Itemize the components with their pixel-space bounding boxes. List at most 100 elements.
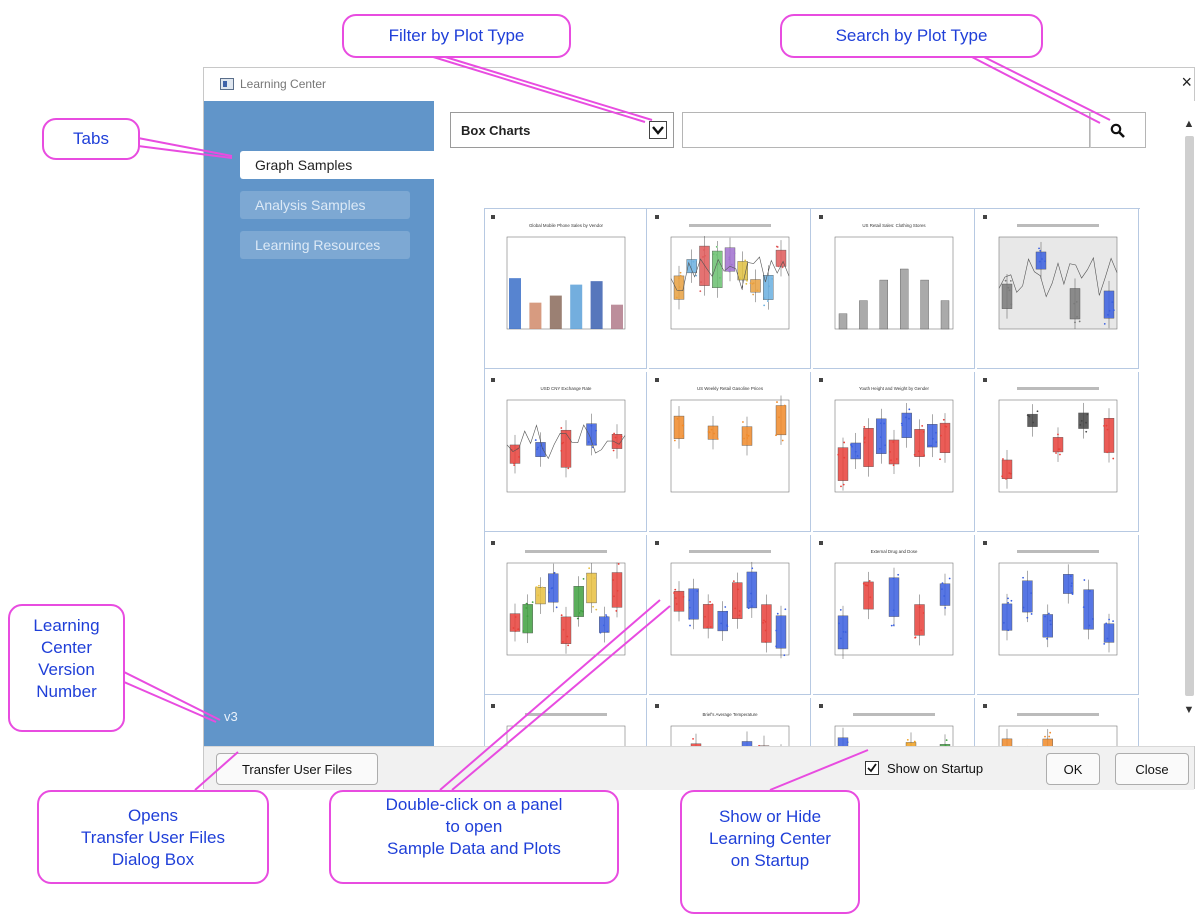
thumbnail-point <box>840 485 842 488</box>
thumbnail-chart <box>819 704 954 748</box>
thumbnail-point <box>738 614 741 617</box>
thumbnail-point <box>749 282 752 285</box>
thumbnail-point <box>843 441 846 444</box>
scroll-thumb[interactable] <box>1185 136 1194 696</box>
callout-line: Dialog Box <box>111 850 195 869</box>
callout-line: Opens <box>127 806 179 825</box>
thumbnail-point <box>531 601 534 604</box>
thumbnail-badge <box>655 378 659 382</box>
thumbnail-point <box>688 599 691 602</box>
sample-thumbnail[interactable] <box>649 535 811 695</box>
thumbnail-point <box>1112 620 1114 623</box>
search-button[interactable] <box>1090 112 1146 148</box>
thumbnail-point <box>923 454 926 457</box>
callout-filter-by-plot-type: Filter by Plot Type <box>342 14 571 58</box>
close-button[interactable]: Close <box>1115 753 1189 785</box>
thumbnail-point <box>576 617 579 620</box>
thumbnail-badge <box>819 215 823 219</box>
thumbnail-point <box>728 258 731 261</box>
thumbnail-point <box>562 641 564 643</box>
show-on-startup-checkbox[interactable] <box>865 761 879 775</box>
thumbnail-point <box>526 615 529 618</box>
sample-thumbnail[interactable] <box>649 209 811 369</box>
thumbnail-point <box>605 614 607 616</box>
thumbnail-point <box>1107 313 1109 316</box>
sample-thumbnail[interactable] <box>485 698 647 748</box>
sample-thumbnail[interactable]: Youth Height and Weight by Gender <box>813 372 975 532</box>
sample-thumbnail[interactable] <box>485 535 647 695</box>
search-input[interactable] <box>682 112 1090 148</box>
thumbnail-point <box>878 447 881 450</box>
sample-thumbnail[interactable] <box>977 698 1139 748</box>
sample-thumbnail[interactable]: External Drug and Dose <box>813 535 975 695</box>
vertical-scrollbar[interactable]: ▲ ▼ <box>1182 118 1195 738</box>
thumbnail-box <box>914 429 925 457</box>
sample-thumbnail[interactable]: Brief's Average Temperature <box>649 698 811 748</box>
thumbnail-point <box>750 592 752 595</box>
tab-graph-samples[interactable]: Graph Samples <box>240 151 434 179</box>
thumbnail-point <box>892 464 895 467</box>
thumbnail-point <box>674 597 677 600</box>
tab-analysis-samples[interactable]: Analysis Samples <box>240 191 410 219</box>
thumbnail-point <box>562 441 565 444</box>
thumbnail-point <box>1106 428 1109 431</box>
sample-thumbnail[interactable]: USD CNY Exchange Rate <box>485 372 647 532</box>
thumbnail-point <box>1069 575 1072 578</box>
thumbnail-point <box>771 277 774 280</box>
thumbnail-point <box>913 453 916 456</box>
thumbnail-point <box>1002 458 1004 460</box>
thumbnail-point <box>948 577 951 580</box>
window-title: Learning Center <box>240 77 327 91</box>
thumbnail-badge <box>983 378 987 382</box>
thumbnail-point <box>681 424 684 427</box>
thumbnail-box <box>732 582 743 619</box>
thumbnail-point <box>935 441 938 444</box>
sample-thumbnail[interactable]: Global Mobile Phone Sales by Vendor <box>485 209 647 369</box>
sample-thumbnail[interactable] <box>977 372 1139 532</box>
thumbnail-title-bar <box>689 550 771 553</box>
thumbnail-box <box>699 245 710 286</box>
thumbnail-point <box>688 606 691 609</box>
plot-type-filter-dropdown[interactable]: Box Charts <box>450 112 674 148</box>
thumbnail-point <box>751 567 754 570</box>
thumbnail-box <box>1042 614 1054 638</box>
thumbnail-point <box>751 282 754 285</box>
transfer-user-files-button[interactable]: Transfer User Files <box>216 753 378 785</box>
chevron-down-icon[interactable] <box>649 121 667 139</box>
thumbnail-point <box>1009 280 1012 282</box>
scroll-up-icon[interactable]: ▲ <box>1182 118 1195 132</box>
scroll-down-icon[interactable]: ▼ <box>1182 704 1195 718</box>
ok-button[interactable]: OK <box>1046 753 1100 785</box>
thumbnail-point <box>1005 478 1007 480</box>
sample-thumbnail[interactable] <box>813 698 975 748</box>
tab-learning-resources[interactable]: Learning Resources <box>240 231 410 259</box>
thumbnail-point <box>1039 249 1042 252</box>
thumbnail-point <box>1041 258 1043 260</box>
sample-thumbnail[interactable]: US Retail Sales: Clothing Stores <box>813 209 975 369</box>
sample-thumbnail[interactable]: US Weekly Retail Gasoline Prices <box>649 372 811 532</box>
thumbnail-point <box>709 600 711 603</box>
callout-show-hide-startup: Show or Hide Learning Center on Startup <box>680 790 860 914</box>
sample-thumbnail[interactable] <box>977 209 1139 369</box>
thumbnail-point <box>592 605 595 608</box>
callout-line: Center <box>40 638 93 657</box>
callout-line: Show or Hide <box>718 807 822 826</box>
thumbnail-point <box>930 444 932 447</box>
thumbnail-point <box>781 266 784 269</box>
thumbnail-point <box>940 434 942 437</box>
window-close-button[interactable]: × <box>1181 72 1192 93</box>
thumbnail-bar <box>529 302 542 329</box>
thumbnail-point <box>904 416 907 419</box>
thumbnail-chart <box>655 541 790 659</box>
thumbnail-point <box>917 450 920 453</box>
thumbnail-point <box>709 626 712 628</box>
thumbnail-point <box>696 590 699 592</box>
thumbnail-point <box>775 645 778 648</box>
thumbnail-point <box>739 277 742 280</box>
thumbnail-point <box>689 624 691 627</box>
thumbnail-point <box>1030 592 1033 595</box>
thumbnail-point <box>555 606 558 609</box>
thumbnail-point <box>1103 642 1106 645</box>
sample-thumbnail[interactable] <box>977 535 1139 695</box>
thumbnail-point <box>513 462 515 465</box>
